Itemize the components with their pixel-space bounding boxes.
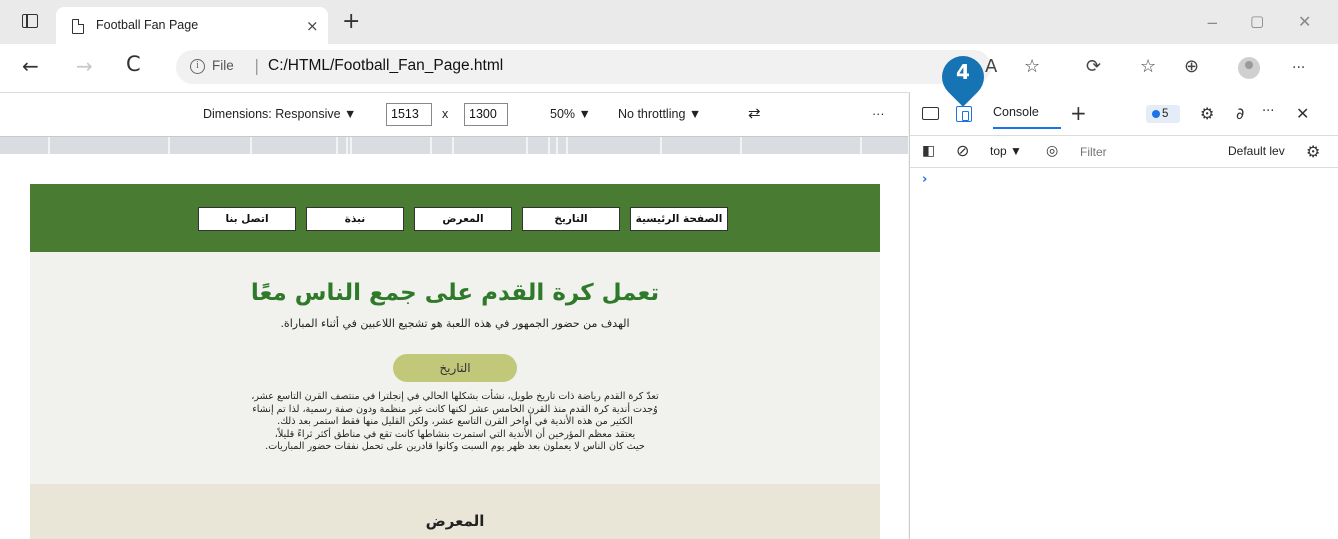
context-select[interactable]: top ▼ xyxy=(990,144,1022,158)
maximize-button[interactable]: ▢ xyxy=(1250,12,1264,30)
back-button[interactable]: ← xyxy=(22,54,39,78)
dimensions-select[interactable]: Dimensions: Responsive ▼ xyxy=(203,107,356,121)
menu-home[interactable]: الصفحة الرئيسية xyxy=(630,207,728,231)
favorites-icon[interactable]: ☆ xyxy=(1140,56,1156,77)
devtools-tabbar: Console + 5 ⚙ ∂ ··· ✕ xyxy=(910,92,1338,136)
extensions-icon[interactable]: ⟳ xyxy=(1086,56,1101,77)
throttling-select[interactable]: No throttling ▼ xyxy=(618,107,701,121)
history-line: وُجدت أندية كرة القدم منذ القرن الخامس ع… xyxy=(252,403,658,415)
info-icon[interactable]: i xyxy=(190,59,205,74)
tab-title: Football Fan Page xyxy=(96,18,199,32)
menu-gallery[interactable]: المعرض xyxy=(414,207,512,231)
history-line: تعدّ كرة القدم رياضة ذات تاريخ طويل، نشأ… xyxy=(251,391,659,402)
menu-history[interactable]: التاريخ xyxy=(522,207,620,231)
viewport-scrollbar[interactable] xyxy=(890,154,908,539)
page-header: الصفحة الرئيسية التاريخ المعرض نبذة اتصل… xyxy=(30,184,880,252)
toggle-device-emulation-icon[interactable] xyxy=(956,106,972,122)
devtools-panel: Console + 5 ⚙ ∂ ··· ✕ ◧ ⊘ top ▼ ◎ Defaul… xyxy=(909,92,1338,539)
device-more-icon[interactable]: ··· xyxy=(872,107,885,121)
width-input[interactable]: 1513 xyxy=(386,103,432,126)
url-text[interactable]: C:/HTML/Football_Fan_Page.html xyxy=(268,57,503,75)
favorite-add-icon[interactable]: ☆ xyxy=(1024,56,1040,77)
devtools-more-icon[interactable]: ··· xyxy=(1262,104,1274,119)
close-devtools-icon[interactable]: ✕ xyxy=(1296,104,1309,123)
height-input[interactable]: 1300 xyxy=(464,103,508,126)
live-expression-eye-icon[interactable]: ◎ xyxy=(1046,143,1058,159)
console-settings-icon[interactable]: ⚙ xyxy=(1306,142,1320,161)
file-scheme-label: File xyxy=(212,58,234,73)
console-toolbar: ◧ ⊘ top ▼ ◎ Default lev ⚙ xyxy=(910,136,1338,168)
history-line: الكثير من هذه الأندية في أواخر القرن الت… xyxy=(277,416,633,427)
settings-more-icon[interactable]: ··· xyxy=(1292,60,1305,76)
web-page: الصفحة الرئيسية التاريخ المعرض نبذة اتصل… xyxy=(30,184,880,539)
new-tab-button[interactable]: + xyxy=(342,11,360,33)
page-icon xyxy=(72,18,85,34)
nav-menu: الصفحة الرئيسية التاريخ المعرض نبذة اتصل… xyxy=(190,207,728,231)
history-line: حيث كان الناس لا يعملون بعد ظهر يوم السب… xyxy=(265,441,645,452)
tab-actions-icon[interactable] xyxy=(22,14,38,28)
refresh-button[interactable]: C xyxy=(126,52,141,76)
issues-badge[interactable]: 5 xyxy=(1146,105,1180,123)
hero-title: تعمل كرة القدم على جمع الناس معًا xyxy=(250,280,660,306)
customize-icon[interactable]: ∂ xyxy=(1236,104,1244,123)
clear-console-icon[interactable]: ⊘ xyxy=(956,141,969,160)
history-paragraph: تعدّ كرة القدم رياضة ذات تاريخ طويل، نشأ… xyxy=(205,391,705,454)
browser-tab[interactable]: Football Fan Page × xyxy=(56,7,328,44)
console-filter-input[interactable] xyxy=(1078,140,1214,163)
sidebar-toggle-icon[interactable]: ◧ xyxy=(922,143,935,159)
dimension-times: x xyxy=(442,107,449,121)
hero-subtitle: الهدف من حضور الجمهور في هذه اللعبة هو ت… xyxy=(280,317,630,330)
forward-button[interactable]: → xyxy=(76,54,93,78)
close-tab-icon[interactable]: × xyxy=(306,17,319,35)
history-button[interactable]: التاريخ xyxy=(393,354,517,382)
settings-gear-icon[interactable]: ⚙ xyxy=(1200,104,1214,123)
console-prompt[interactable]: › xyxy=(922,172,927,187)
zoom-select[interactable]: 50% ▼ xyxy=(550,107,591,121)
address-separator: | xyxy=(254,56,260,75)
address-bar[interactable]: i File | C:/HTML/Football_Fan_Page.html xyxy=(176,50,991,84)
log-levels-select[interactable]: Default lev xyxy=(1228,144,1285,158)
menu-contact[interactable]: اتصل بنا xyxy=(198,207,296,231)
media-query-ruler[interactable] xyxy=(0,136,908,155)
gallery-title: المعرض xyxy=(425,512,485,530)
step-callout-number: 4 xyxy=(956,60,970,84)
profile-avatar[interactable] xyxy=(1238,57,1260,79)
gallery-section: المعرض xyxy=(30,484,880,539)
title-bar: Football Fan Page × + − ▢ ✕ xyxy=(0,0,1338,44)
tab-console[interactable]: Console xyxy=(993,105,1061,129)
history-line: يعتقد معظم المؤرخين أن الأندية التي استم… xyxy=(274,428,636,440)
address-toolbar: ← → C i File | C:/HTML/Football_Fan_Page… xyxy=(0,44,1338,92)
device-toolbar: Dimensions: Responsive ▼ 1513 x 1300 50%… xyxy=(0,92,908,136)
close-window-button[interactable]: ✕ xyxy=(1298,12,1311,31)
add-tab-icon[interactable]: + xyxy=(1070,101,1087,125)
emulated-viewport: الصفحة الرئيسية التاريخ المعرض نبذة اتصل… xyxy=(0,154,908,539)
screencast-icon[interactable] xyxy=(922,107,939,120)
collections-icon[interactable]: ⊕ xyxy=(1184,56,1199,77)
rotate-icon[interactable]: ⇄ xyxy=(748,104,761,122)
menu-about[interactable]: نبذة xyxy=(306,207,404,231)
read-aloud-icon[interactable]: A xyxy=(985,56,997,77)
minimize-button[interactable]: − xyxy=(1206,14,1219,32)
